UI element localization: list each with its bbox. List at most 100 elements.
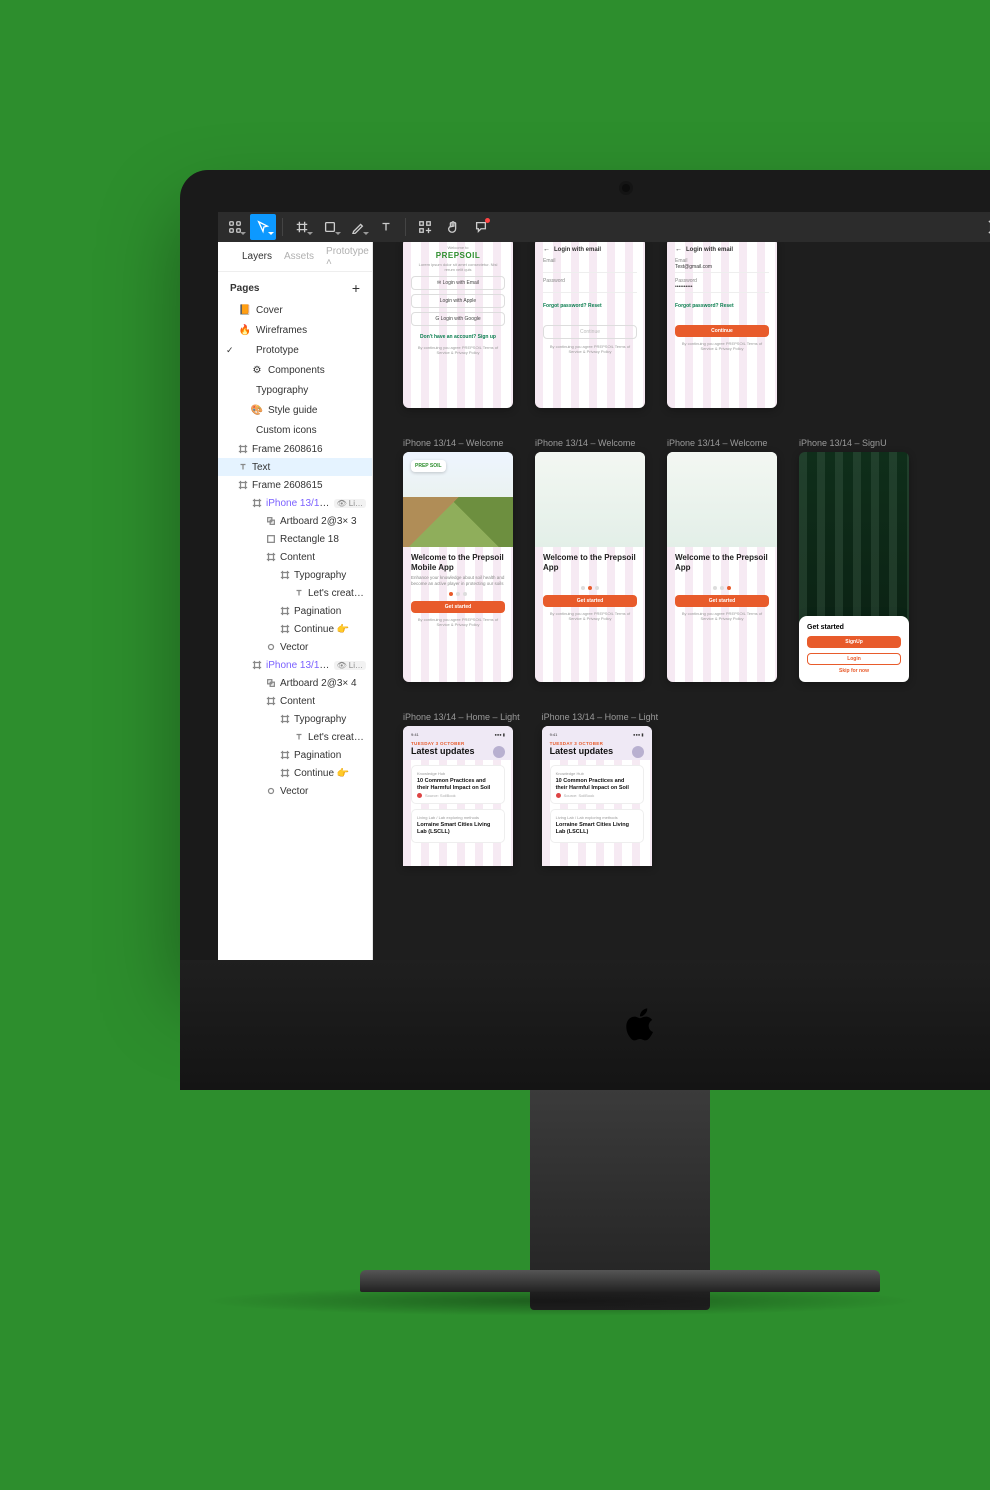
feed-card[interactable]: Living Lab / Lab exploring methods Lorra… — [411, 809, 505, 843]
source-dot-icon — [556, 793, 561, 798]
layer-row[interactable]: Vector — [218, 638, 372, 656]
page-item[interactable]: 🔥Wireframes — [218, 320, 372, 340]
login-google-button[interactable]: G Login with Google — [411, 312, 505, 326]
layer-row[interactable]: Let's create a sp… — [218, 728, 372, 746]
text-tool-button[interactable] — [373, 214, 399, 240]
get-started-button[interactable]: Get started — [675, 595, 769, 607]
page-heading: Latest updates — [550, 746, 644, 756]
continue-button[interactable]: Continue — [675, 325, 769, 337]
layer-row[interactable]: Artboard 2@3× 3 — [218, 512, 372, 530]
tab-assets[interactable]: Assets — [284, 251, 314, 262]
frame-tool-button[interactable] — [289, 214, 315, 240]
layer-row[interactable]: Typography — [218, 566, 372, 584]
hand-tool-button[interactable] — [440, 214, 466, 240]
page-heading: Latest updates — [411, 746, 505, 756]
forgot-link[interactable]: Forgot password? Reset — [675, 303, 769, 309]
card-title: 10 Common Practices and their Harmful Im… — [417, 778, 499, 791]
back-icon[interactable]: ← — [543, 246, 550, 253]
artboard-welcome-3[interactable]: Welcome to the Prepsoil App Get started … — [667, 452, 777, 682]
pen-tool-button[interactable] — [345, 214, 371, 240]
forgot-link[interactable]: Forgot password? Reset — [543, 303, 637, 309]
artboard-title[interactable]: iPhone 13/14 – Welcome — [403, 438, 513, 448]
add-page-button[interactable]: + — [352, 280, 360, 296]
artboard-title[interactable]: iPhone 13/14 – Home – Light — [403, 712, 520, 722]
skip-link[interactable]: Skip for now — [807, 668, 901, 674]
layer-row[interactable]: Text — [218, 458, 372, 476]
feed-card[interactable]: Living Lab / Lab exploring methods Lorra… — [550, 809, 644, 843]
login-apple-button[interactable]: Login with Apple — [411, 294, 505, 308]
layer-row[interactable]: Frame 2608615 — [218, 476, 372, 494]
subheadline — [543, 575, 637, 581]
align-button[interactable] — [982, 214, 990, 240]
source-dot-icon — [417, 793, 422, 798]
layer-row[interactable]: Content — [218, 548, 372, 566]
layer-row[interactable]: iPhone 13/14 – Welc…Li… — [218, 494, 372, 512]
feed-card[interactable]: Knowledge Hub 10 Common Practices and th… — [411, 765, 505, 804]
artboard-login-filled[interactable]: ← Login with email Email Test@gmail.com … — [667, 242, 777, 408]
layer-row[interactable]: Vector — [218, 782, 372, 800]
layer-row[interactable]: Rectangle 18 — [218, 530, 372, 548]
avatar[interactable] — [632, 746, 644, 758]
layer-row[interactable]: Let's create a sp… — [218, 584, 372, 602]
card-kicker: Knowledge Hub — [417, 771, 499, 776]
back-icon[interactable]: ← — [675, 246, 682, 253]
layer-row[interactable]: Continue 👉 — [218, 620, 372, 638]
layer-row[interactable]: Typography — [218, 710, 372, 728]
resources-button[interactable] — [412, 214, 438, 240]
page-item[interactable]: Prototype — [218, 340, 372, 360]
illustration-gardener — [535, 452, 645, 547]
page-item[interactable]: 📙Cover — [218, 300, 372, 320]
artboard-home-1[interactable]: 9:41●●● ▮ TUESDAY 3 OCTOBER Latest updat… — [403, 726, 513, 866]
artboard-home-2[interactable]: 9:41●●● ▮ TUESDAY 3 OCTOBER Latest updat… — [542, 726, 652, 866]
signup-link[interactable]: Don't have an account? Sign up — [411, 334, 505, 340]
move-tool-button[interactable] — [250, 214, 276, 240]
layers-list: Frame 2608616TextFrame 2608615iPhone 13/… — [218, 440, 372, 960]
layer-row[interactable]: Content — [218, 692, 372, 710]
pages-header: Pages + — [218, 272, 372, 300]
email-field[interactable]: Test@gmail.com — [675, 264, 769, 273]
feed-card[interactable]: Knowledge Hub 10 Common Practices and th… — [550, 765, 644, 804]
login-email-button[interactable]: ✉ Login with Email — [411, 276, 505, 290]
notification-dot-icon — [485, 218, 490, 223]
email-field[interactable] — [543, 264, 637, 273]
layer-row[interactable]: Continue 👉 — [218, 764, 372, 782]
login-title: Login with email — [554, 247, 601, 253]
artboard-welcome-2[interactable]: Welcome to the Prepsoil App Get started … — [535, 452, 645, 682]
pagination — [675, 586, 769, 590]
tab-prototype[interactable]: Prototype ˄ — [326, 246, 369, 268]
page-item[interactable]: Custom icons — [218, 420, 372, 440]
password-field[interactable] — [543, 284, 637, 293]
page-item[interactable]: Typography — [218, 380, 372, 400]
figma-menu-button[interactable] — [222, 214, 248, 240]
password-field[interactable]: •••••••••• — [675, 284, 769, 293]
artboard-signup[interactable]: Get started SignUp Login Skip for now — [799, 452, 909, 682]
login-button[interactable]: Login — [807, 653, 901, 665]
layer-row[interactable]: Artboard 2@3× 4 — [218, 674, 372, 692]
shape-tool-button[interactable] — [317, 214, 343, 240]
canvas[interactable]: Welcome to PREPSOIL Lorem ipsum dolor si… — [373, 242, 990, 960]
get-started-button[interactable]: Get started — [543, 595, 637, 607]
artboard-title[interactable]: iPhone 13/14 – Welcome — [535, 438, 645, 448]
panel-tabs: Layers Assets Prototype ˄ — [218, 242, 372, 272]
avatar[interactable] — [493, 746, 505, 758]
separator — [405, 218, 406, 236]
comment-tool-button[interactable] — [468, 214, 494, 240]
layer-row[interactable]: iPhone 13/14 – Welc…Li… — [218, 656, 372, 674]
page-item[interactable]: 🎨Style guide — [218, 400, 372, 420]
artboard-title[interactable]: iPhone 13/14 – Welcome — [667, 438, 777, 448]
signup-button[interactable]: SignUp — [807, 636, 901, 648]
layer-row[interactable]: Frame 2608616 — [218, 440, 372, 458]
artboard-welcome[interactable]: Welcome to PREPSOIL Lorem ipsum dolor si… — [403, 242, 513, 408]
tab-layers[interactable]: Layers — [242, 251, 272, 262]
terms-text: By continuing you agree PREPSOIL Terms o… — [543, 612, 637, 622]
layer-row[interactable]: Pagination — [218, 746, 372, 764]
page-item[interactable]: ⚙Components — [218, 360, 372, 380]
artboard-welcome-1[interactable]: PREP SOIL Welcome to the Prepsoil Mobile… — [403, 452, 513, 682]
artboard-title[interactable]: iPhone 13/14 – Home – Light — [542, 712, 659, 722]
get-started-button[interactable]: Get started — [411, 601, 505, 613]
artboard-login-empty[interactable]: ← Login with email Email Password Forgot… — [535, 242, 645, 408]
layer-row[interactable]: Pagination — [218, 602, 372, 620]
artboard-title[interactable]: iPhone 13/14 – SignU — [799, 438, 909, 448]
workspace: Layers Assets Prototype ˄ Pages + 📙Cover… — [218, 242, 990, 960]
sheet-title: Get started — [807, 624, 901, 631]
